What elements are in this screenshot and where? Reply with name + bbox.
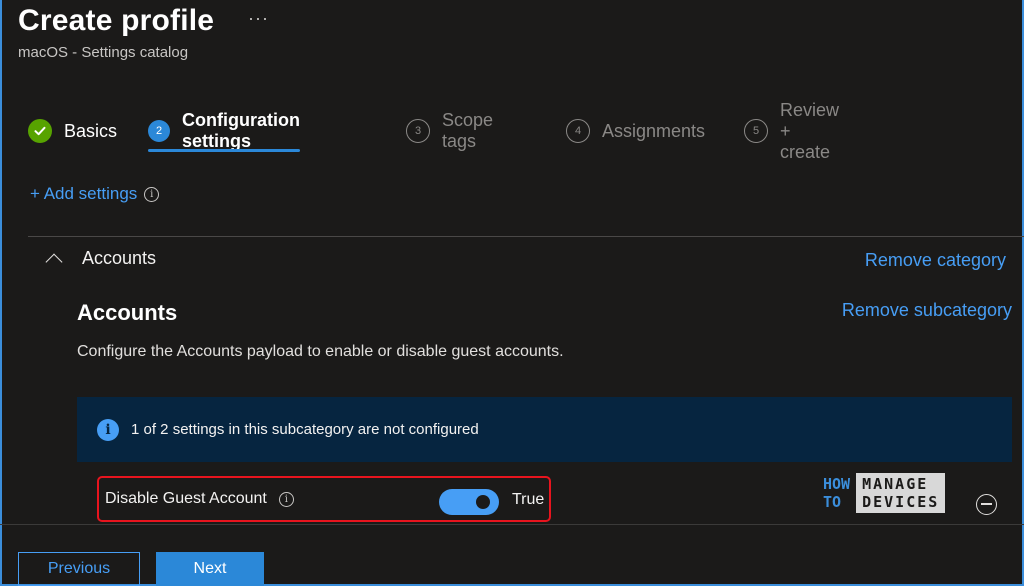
category-header[interactable]: Accounts [40,248,157,270]
setting-label-group: Disable Guest Account i [105,490,294,508]
info-icon: i [97,418,119,441]
category-name: Accounts [82,248,157,268]
next-button[interactable]: Next [156,552,264,586]
step-label: Review + create [780,99,840,162]
step-label: Basics [64,120,118,141]
setting-value: True [512,491,545,508]
previous-button[interactable]: Previous [18,552,140,586]
step-number: 2 [148,120,170,142]
step-configuration-settings[interactable]: 2 Configuration settings [148,110,300,152]
add-settings-link[interactable]: + Add settings i [30,184,160,204]
info-message-bar: i 1 of 2 settings in this subcategory ar… [77,397,1012,462]
step-label: Configuration settings [182,110,300,151]
remove-category-link[interactable]: Remove category [865,250,1006,271]
step-number: 3 [406,119,430,143]
setting-row-disable-guest-account: Disable Guest Account i True [97,476,551,522]
watermark-logo: HOW TO MANAGE DEVICES [823,468,951,518]
info-message: 1 of 2 settings in this subcategory are … [131,421,479,438]
step-label: Scope tags [442,110,494,151]
chevron-up-icon[interactable] [45,253,63,270]
remove-subcategory-link[interactable]: Remove subcategory [842,300,1012,321]
step-scope-tags[interactable]: 3 Scope tags [406,110,494,151]
watermark-text: HOW [823,475,851,493]
setting-toggle[interactable] [439,489,499,515]
watermark-text: MANAGE [862,475,929,493]
step-assignments[interactable]: 4 Assignments [566,112,705,150]
step-label: Assignments [602,120,706,141]
info-icon[interactable]: i [278,491,294,507]
divider [28,236,1024,237]
remove-setting-icon[interactable] [976,494,997,515]
footer-divider [0,524,1024,525]
toggle-knob [476,495,490,509]
step-number: 4 [566,119,590,143]
watermark-text: DEVICES [862,493,940,511]
info-icon[interactable]: i [144,186,160,202]
step-review-create[interactable]: 5 Review + create [744,100,839,162]
step-number: 5 [744,119,768,143]
step-basics[interactable]: Basics [28,112,117,150]
checkmark-icon [28,119,52,143]
watermark-text: TO [823,493,842,511]
subcategory-title: Accounts [77,300,178,325]
subcategory-description: Configure the Accounts payload to enable… [77,343,564,360]
page-title: Create profile [18,4,215,37]
add-settings-label: + Add settings [30,184,138,203]
setting-label: Disable Guest Account [105,490,267,507]
more-options-icon[interactable]: ··· [248,8,269,29]
page-subtitle: macOS - Settings catalog [18,44,189,61]
